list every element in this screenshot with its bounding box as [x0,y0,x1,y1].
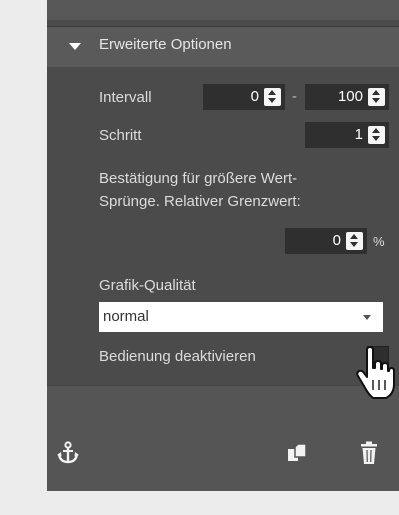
stepper-arrows-icon[interactable] [264,88,281,106]
section-title: Erweiterte Optionen [99,36,232,53]
chevron-down-icon[interactable] [363,315,371,320]
graphics-quality-selected[interactable]: normal [103,308,149,325]
stepper-arrows-icon[interactable] [346,232,363,250]
panel-footer-toolbar [47,385,399,491]
threshold-unit: % [373,234,385,249]
threshold-label-line1: Bestätigung für größere Wert- [99,170,298,187]
step-value[interactable]: 1 [355,126,363,143]
interval-separator: - [292,88,297,105]
caret-down-icon[interactable] [69,43,81,50]
interval-max-stepper[interactable]: 100 [305,84,389,110]
interval-label: Intervall [99,89,152,106]
advanced-options-panel: Erweiterte Optionen Intervall 0 - 100 Sc… [47,0,399,491]
hand-cursor-icon [356,346,395,399]
interval-max-value[interactable]: 100 [338,88,363,105]
panel-top-bar [47,0,399,20]
anchor-icon[interactable] [57,441,79,465]
copy-icon[interactable] [287,443,309,463]
interval-min-value[interactable]: 0 [251,88,259,105]
step-label: Schritt [99,127,142,144]
stepper-arrows-icon[interactable] [368,88,385,106]
step-stepper[interactable]: 1 [305,122,389,148]
graphics-quality-select[interactable]: normal [99,302,383,332]
section-header-advanced-options[interactable]: Erweiterte Optionen [47,26,399,67]
interval-min-stepper[interactable]: 0 [203,84,285,110]
threshold-value[interactable]: 0 [333,232,341,249]
stepper-arrows-icon[interactable] [368,126,385,144]
graphics-quality-label: Grafik-Qualität [99,277,196,294]
threshold-stepper[interactable]: 0 [285,228,367,254]
disable-control-label: Bedienung deaktivieren [99,348,256,365]
trash-icon[interactable] [359,441,379,465]
threshold-label-line2: Sprünge. Relativer Grenzwert: [99,193,301,210]
